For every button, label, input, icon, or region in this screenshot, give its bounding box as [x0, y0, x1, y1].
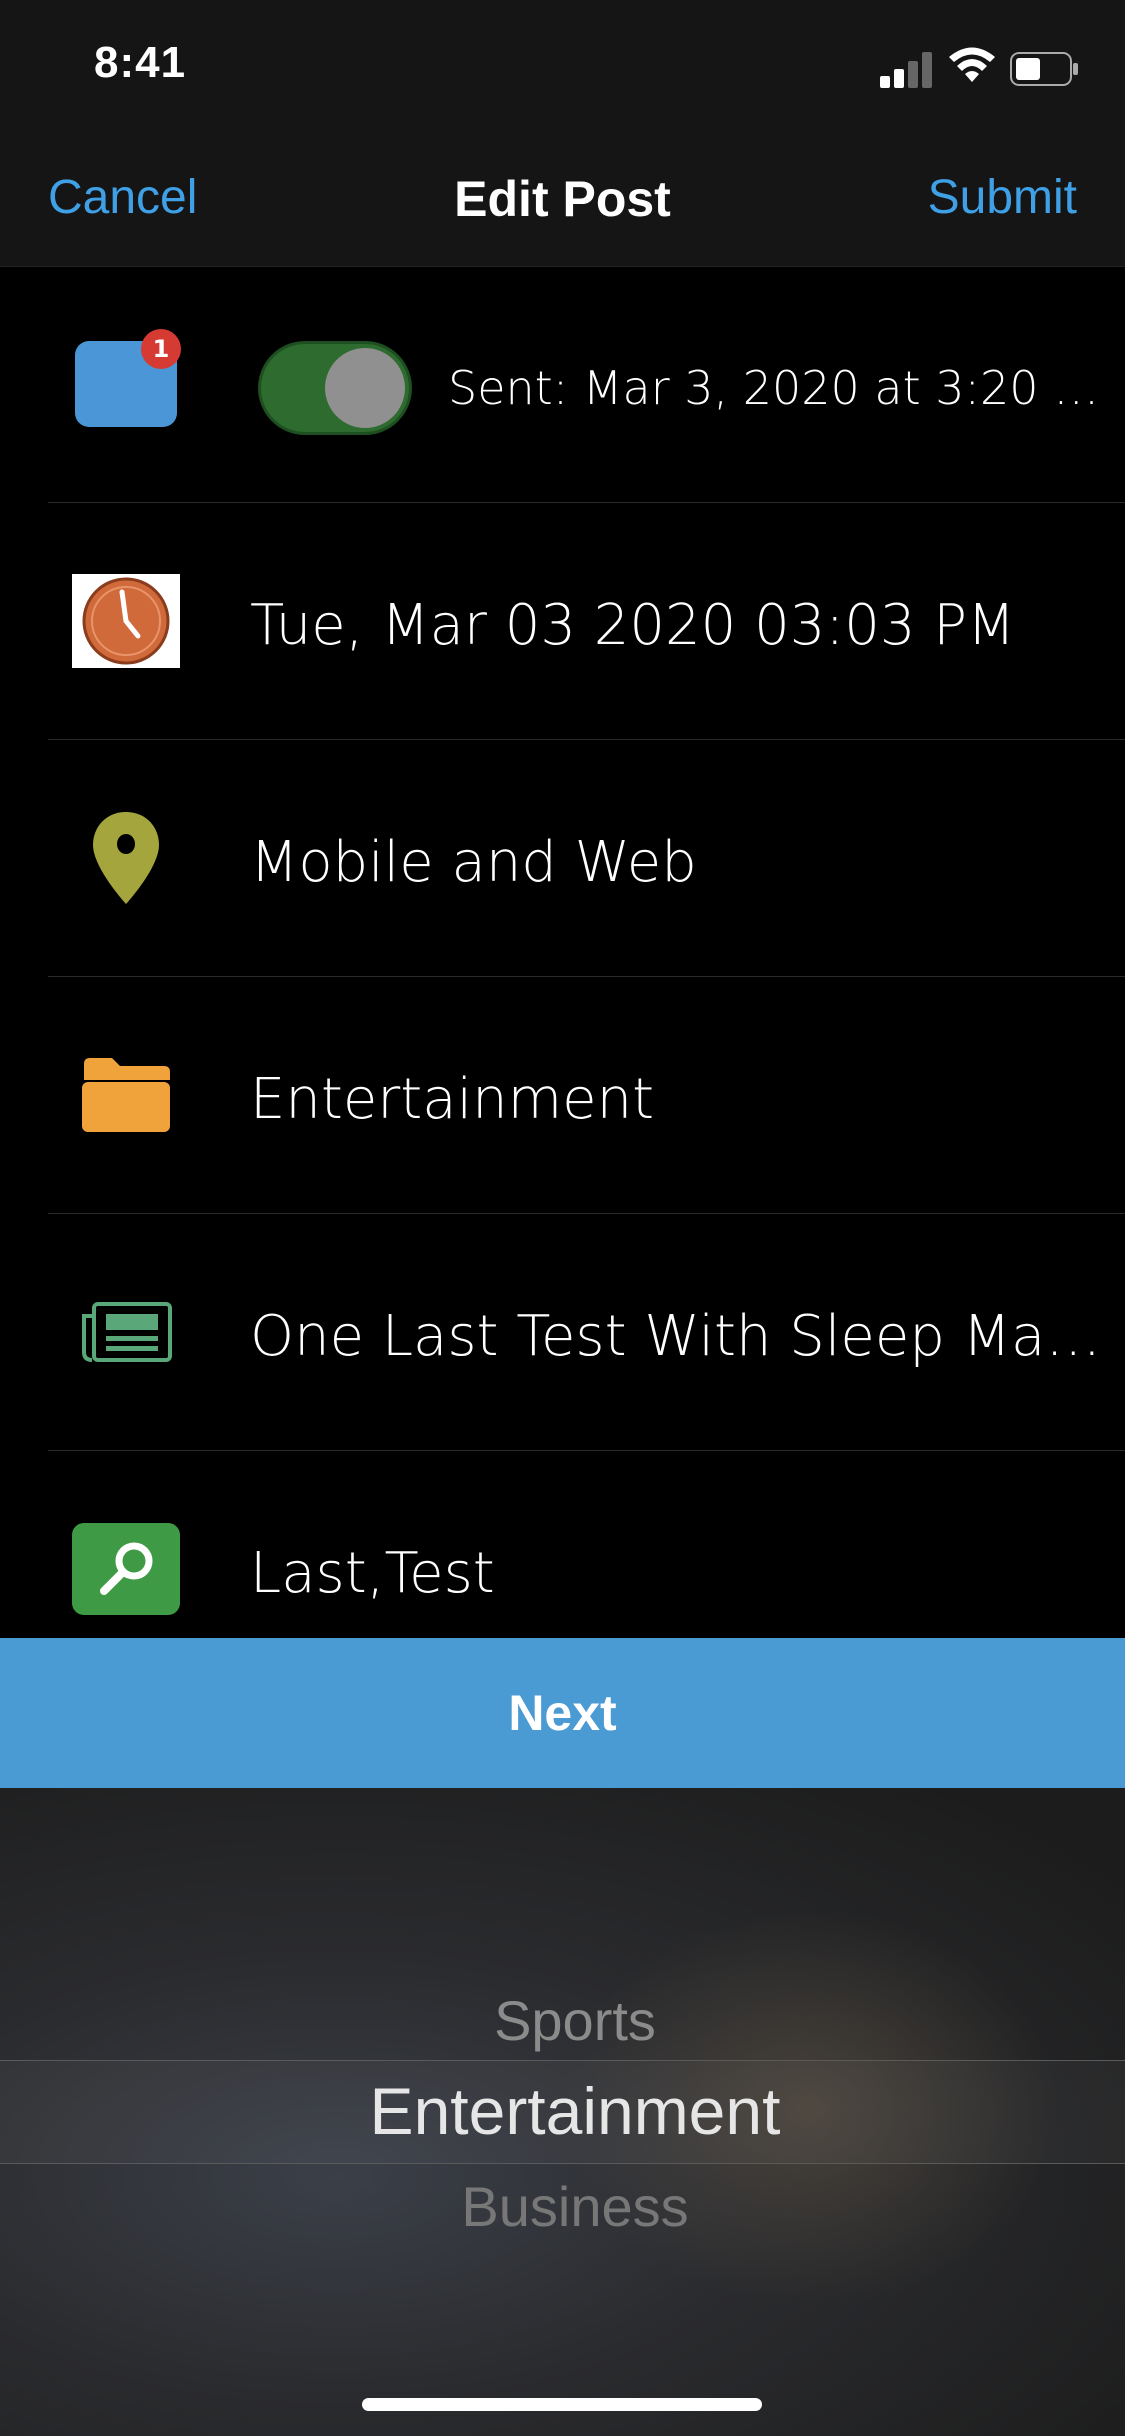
wifi-icon	[949, 47, 995, 82]
publication-row[interactable]: One Last Test With Sleep Magazin...	[48, 1214, 1125, 1451]
notification-icon: 1	[72, 329, 181, 438]
newspaper-icon	[72, 1278, 180, 1386]
toggle-knob	[325, 348, 405, 428]
status-bar: 8:41	[0, 0, 1125, 132]
notification-row: 1 Sent: Mar 3, 2020 at 3:20 P...	[48, 266, 1125, 503]
datetime-row[interactable]: Tue, Mar 03 2020 03:03 PM	[48, 503, 1125, 740]
location-row[interactable]: Mobile and Web	[48, 740, 1125, 977]
datetime-label: Tue, Mar 03 2020 03:03 PM	[250, 593, 1016, 658]
navigation-bar: Cancel Edit Post Submit	[0, 132, 1125, 267]
category-row[interactable]: Entertainment	[48, 977, 1125, 1214]
category-picker[interactable]: Sports Entertainment Business	[0, 1788, 1125, 2436]
clock-icon	[72, 567, 180, 675]
picker-option-below[interactable]: Business	[0, 2174, 1125, 2239]
battery-icon	[1010, 52, 1078, 86]
status-time: 8:41	[94, 38, 187, 87]
cellular-signal-icon	[880, 50, 934, 88]
map-pin-icon	[72, 804, 180, 912]
next-button[interactable]: Next	[0, 1638, 1125, 1788]
post-settings-list: 1 Sent: Mar 3, 2020 at 3:20 P... Tue, Ma…	[0, 266, 1125, 1687]
tags-label: Last,Test	[250, 1541, 495, 1606]
search-icon	[72, 1515, 180, 1623]
folder-icon	[72, 1041, 180, 1149]
publication-label: One Last Test With Sleep Magazin...	[250, 1304, 1110, 1369]
location-label: Mobile and Web	[250, 830, 697, 895]
category-label: Entertainment	[250, 1067, 655, 1132]
sent-status-text: Sent: Mar 3, 2020 at 3:20 P...	[448, 361, 1108, 415]
picker-option-selected[interactable]: Entertainment	[0, 2073, 1125, 2149]
home-indicator[interactable]	[362, 2398, 762, 2411]
submit-button[interactable]: Submit	[928, 170, 1077, 225]
send-notification-toggle[interactable]	[258, 341, 412, 435]
picker-option-above[interactable]: Sports	[0, 1988, 1125, 2053]
notification-badge: 1	[141, 329, 181, 369]
